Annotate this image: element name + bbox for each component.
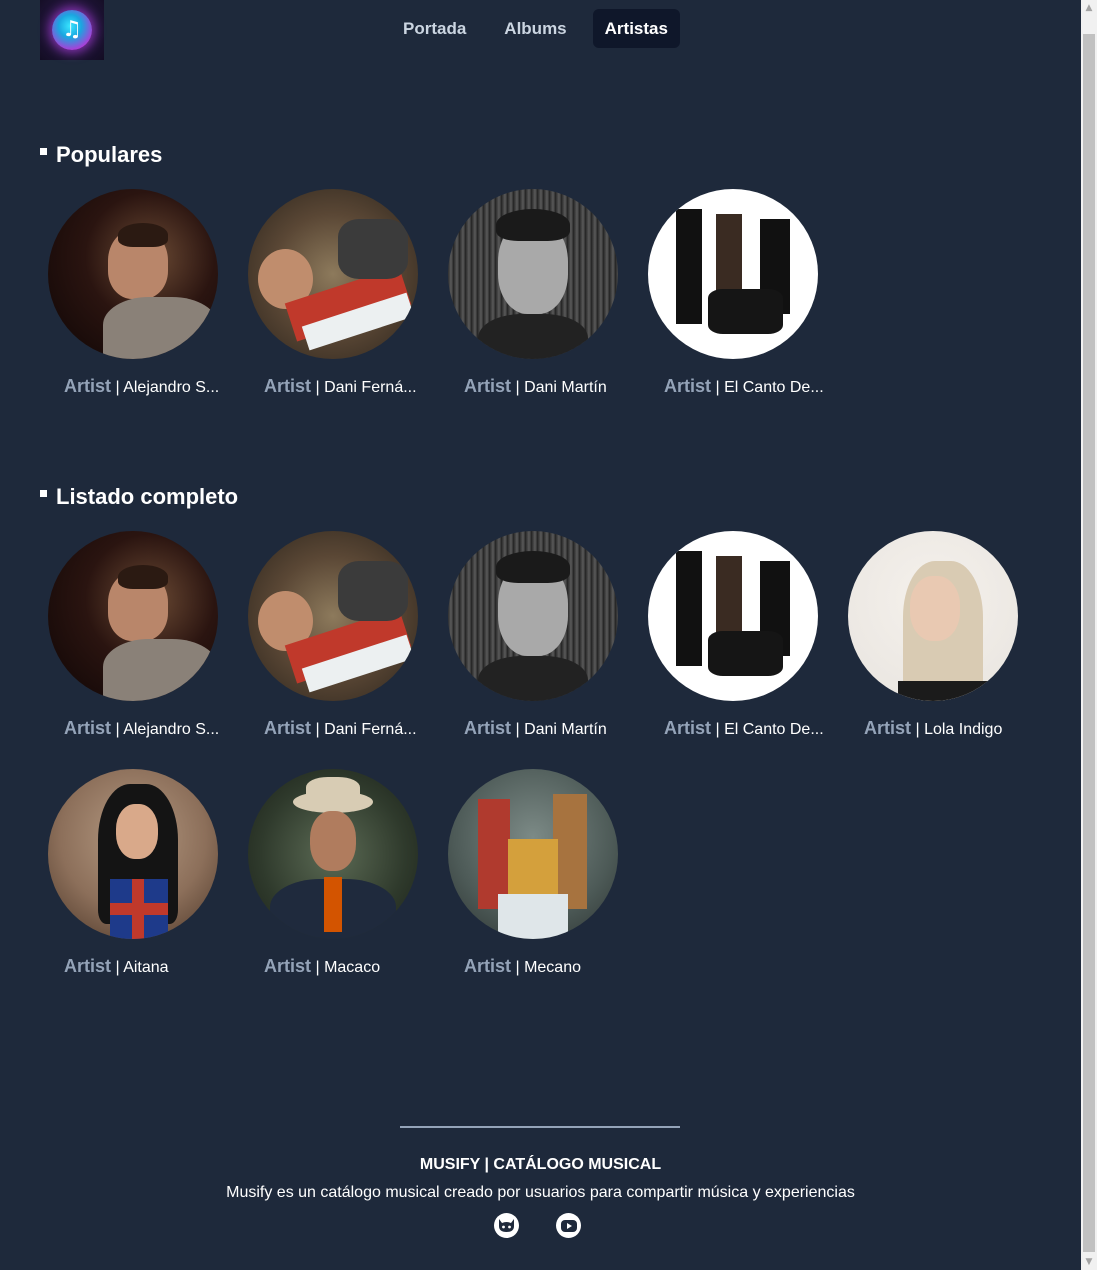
vertical-scrollbar[interactable]: ▲ ▼ [1081,0,1097,1270]
artist-card[interactable]: Artist | Alejandro S... [40,189,240,398]
artist-label: Artist | Dani Martín [464,376,607,396]
section-title-text: Listado completo [56,484,239,509]
artist-label: Artist | Macaco [264,956,381,976]
artist-avatar [448,531,618,701]
footer-description: Musify es un catálogo musical creado por… [226,1184,855,1201]
artist-avatar [48,189,218,359]
artist-kind: Artist [464,376,512,396]
artist-label: Artist | Dani Ferná... [264,376,417,396]
github-icon[interactable] [494,1213,519,1238]
artist-kind: Artist [64,956,112,976]
artist-kind: Artist [264,376,312,396]
artist-name: Dani Ferná... [324,379,417,396]
nav-portada[interactable]: Portada [391,9,478,48]
artist-avatar [48,769,218,939]
artist-label: Artist | Alejandro S... [64,376,220,396]
artist-kind: Artist [64,376,112,396]
artist-label: Artist | El Canto De... [664,376,824,396]
artist-avatar [248,531,418,701]
artist-label: Artist | Alejandro S... [64,718,220,738]
artist-card[interactable]: Artist | Dani Ferná... [240,189,440,398]
section-title-populares: Populares [40,142,162,168]
artist-avatar [448,189,618,359]
scroll-up-arrow-icon[interactable]: ▲ [1081,0,1097,16]
youtube-glyph [560,1219,577,1232]
nav-albums[interactable]: Albums [492,9,578,48]
artist-kind: Artist [664,718,712,738]
artist-card[interactable]: Artist | Lola Indigo [840,531,1040,740]
artist-card[interactable]: Artist | Aitana [40,769,240,978]
artist-name: Dani Ferná... [324,721,417,738]
artist-avatar [48,531,218,701]
artist-card[interactable]: Artist | Dani Martín [440,189,640,398]
music-note-icon: ♫ [52,10,92,50]
artist-label: Artist | Dani Martín [464,718,607,738]
artist-label: Artist | Dani Ferná... [264,718,417,738]
footer-divider [400,1126,680,1128]
artist-name: Alejandro S... [123,721,220,738]
artist-kind: Artist [464,956,512,976]
musify-logo[interactable]: ♫ [40,0,104,60]
artist-card[interactable]: Artist | El Canto De... [640,531,840,740]
nav-artistas[interactable]: Artistas [592,9,680,48]
page: ♫ Portada Albums Artistas Populares Arti… [0,0,1081,1270]
artist-kind: Artist [64,718,112,738]
artist-kind: Artist [264,718,312,738]
artist-kind: Artist [464,718,512,738]
artist-avatar [848,531,1018,701]
artist-avatar [448,769,618,939]
artist-name: Macaco [324,959,381,976]
artist-name: El Canto De... [724,721,824,738]
artist-name: Dani Martín [524,721,607,738]
bullet-square-icon [40,147,47,155]
artist-label: Artist | Aitana [64,956,169,976]
artist-kind: Artist [864,718,912,738]
artist-card[interactable]: Artist | Alejandro S... [40,531,240,740]
footer-social-links [494,1213,581,1238]
scroll-thumb[interactable] [1083,34,1095,1252]
artist-name: Lola Indigo [924,721,1003,738]
artist-kind: Artist [664,376,712,396]
artist-avatar [648,531,818,701]
artist-card[interactable]: Artist | Mecano [440,769,640,978]
artist-avatar [248,769,418,939]
artist-name: Mecano [524,959,581,976]
github-glyph [499,1219,514,1232]
artist-name: Aitana [123,959,169,976]
artist-card[interactable]: Artist | Dani Martín [440,531,640,740]
artist-card[interactable]: Artist | Macaco [240,769,440,978]
scroll-down-arrow-icon[interactable]: ▼ [1081,1254,1097,1270]
artist-name: El Canto De... [724,379,824,396]
section-title-listado: Listado completo [40,484,238,510]
youtube-icon[interactable] [556,1213,581,1238]
artist-kind: Artist [264,956,312,976]
artist-label: Artist | Lola Indigo [864,718,1003,738]
artist-avatar [648,189,818,359]
main-nav: Portada Albums Artistas [391,9,680,48]
artist-name: Alejandro S... [123,379,220,396]
artist-avatar [248,189,418,359]
artist-name: Dani Martín [524,379,607,396]
artist-card[interactable]: Artist | Dani Ferná... [240,531,440,740]
artist-card[interactable]: Artist | El Canto De... [640,189,840,398]
artist-label: Artist | Mecano [464,956,581,976]
footer-title: MUSIFY | CATÁLOGO MUSICAL [419,1156,662,1173]
artist-label: Artist | El Canto De... [664,718,824,738]
bullet-square-icon [40,489,47,497]
section-title-text: Populares [56,142,163,167]
